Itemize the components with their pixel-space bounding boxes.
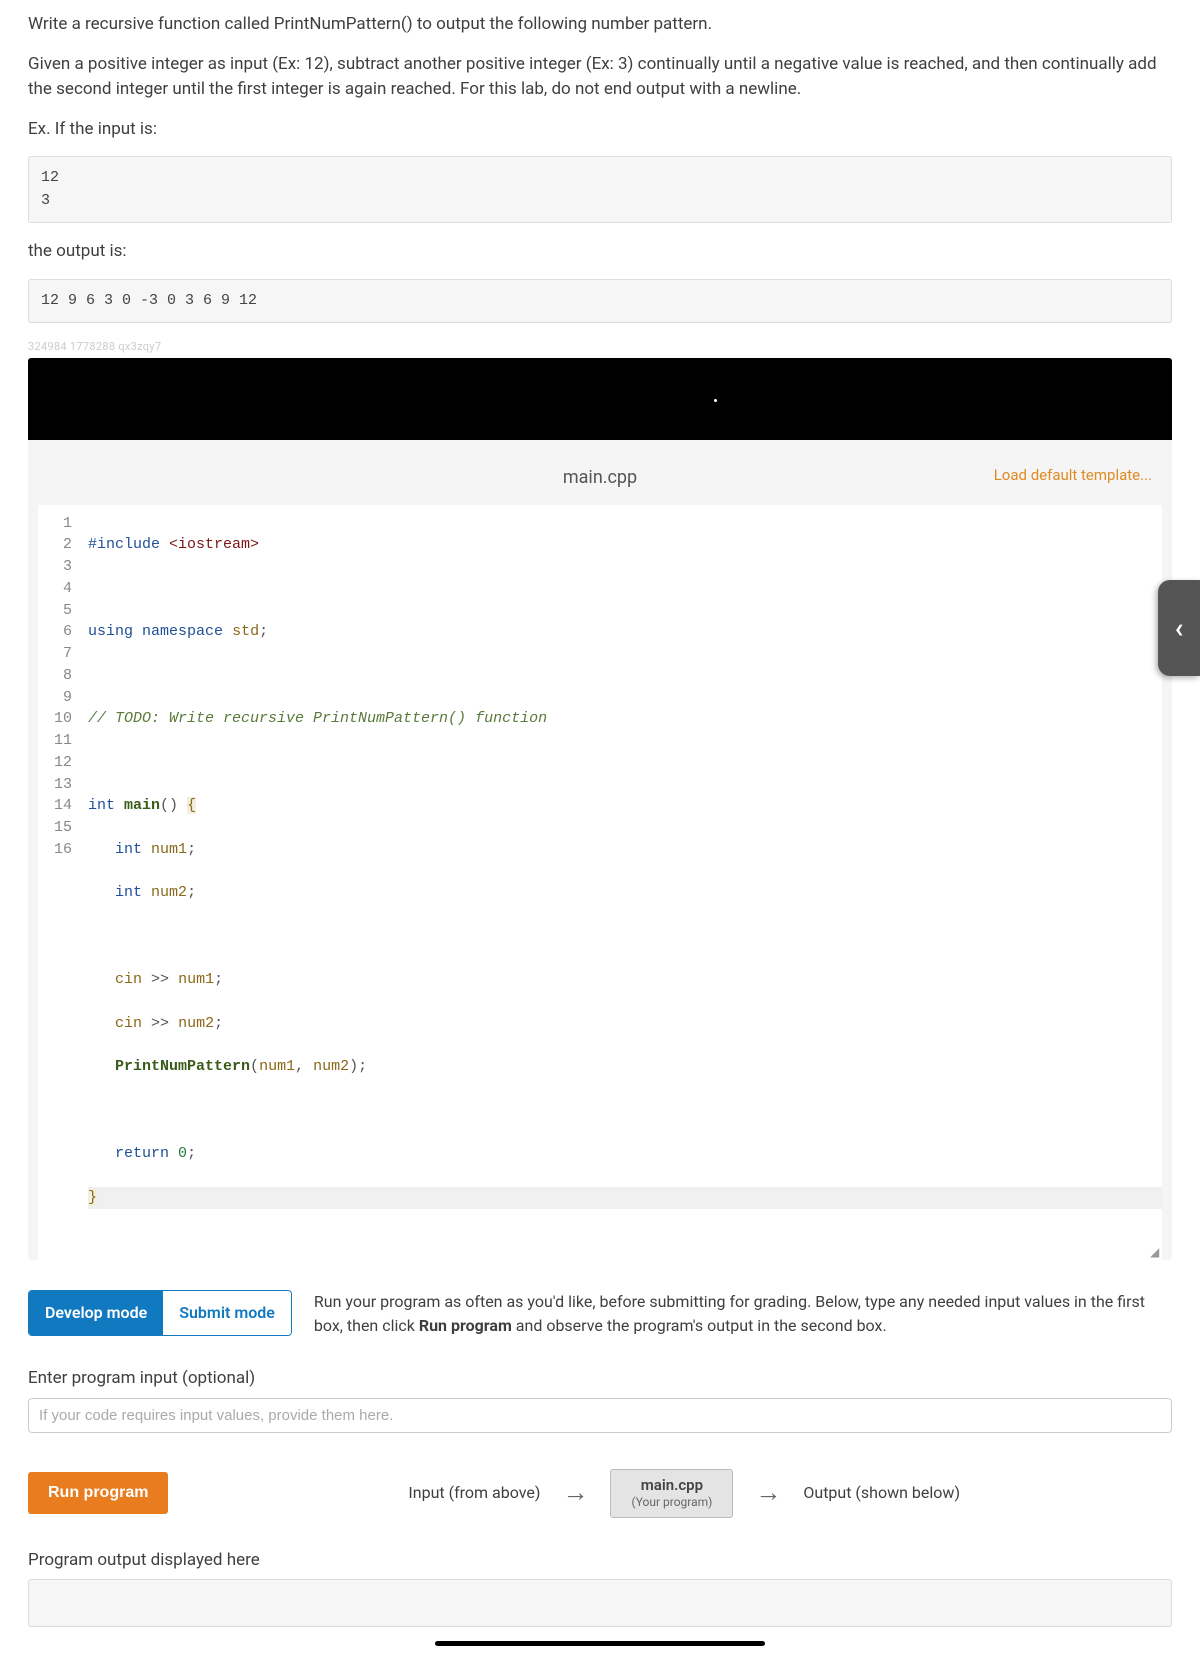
- program-output-box: [28, 1579, 1172, 1627]
- file-name: main.cpp: [563, 464, 637, 491]
- editor-toolbar: [28, 358, 1172, 440]
- example-input-block: 12 3: [28, 156, 1172, 223]
- program-output-label: Program output displayed here: [28, 1548, 1172, 1574]
- code-content[interactable]: #include <iostream> using namespace std;…: [84, 505, 1162, 1261]
- arrow-right-icon: →: [562, 1474, 588, 1513]
- output-flow-label: Output (shown below): [803, 1481, 960, 1505]
- submit-mode-tab[interactable]: Submit mode: [163, 1291, 291, 1335]
- side-drawer-handle[interactable]: ‹: [1158, 580, 1200, 676]
- resize-handle-icon[interactable]: ◢: [1150, 1248, 1160, 1258]
- line-number-gutter: 1 2 3 4 5 6 7 8 9 10 11 12 13 14 15 16: [38, 505, 84, 1261]
- program-input-field[interactable]: [28, 1398, 1172, 1433]
- mode-description: Run your program as often as you'd like,…: [314, 1290, 1172, 1338]
- program-box: main.cpp (Your program): [610, 1469, 733, 1518]
- chevron-left-icon: ‹: [1175, 607, 1184, 649]
- input-flow-label: Input (from above): [408, 1481, 540, 1505]
- arrow-right-icon: →: [755, 1474, 781, 1513]
- intro-paragraph-1: Write a recursive function called PrintN…: [28, 12, 1172, 38]
- intro-paragraph-4: the output is:: [28, 239, 1172, 265]
- run-program-button[interactable]: Run program: [28, 1472, 168, 1514]
- editor-panel: main.cpp Load default template... 1 2 3 …: [28, 440, 1172, 1261]
- load-default-template-link[interactable]: Load default template...: [994, 464, 1152, 487]
- mode-toggle: Develop mode Submit mode: [28, 1290, 292, 1336]
- intro-paragraph-2: Given a positive integer as input (Ex: 1…: [28, 52, 1172, 103]
- home-indicator-icon: [435, 1641, 765, 1646]
- watermark-text: 324984 1778288 qx3zqy7: [28, 339, 1172, 356]
- example-output-block: 12 9 6 3 0 -3 0 3 6 9 12: [28, 279, 1172, 324]
- intro-paragraph-3: Ex. If the input is:: [28, 117, 1172, 143]
- program-input-label: Enter program input (optional): [28, 1366, 1172, 1392]
- code-editor[interactable]: 1 2 3 4 5 6 7 8 9 10 11 12 13 14 15 16 #…: [38, 505, 1162, 1261]
- develop-mode-tab[interactable]: Develop mode: [29, 1291, 163, 1335]
